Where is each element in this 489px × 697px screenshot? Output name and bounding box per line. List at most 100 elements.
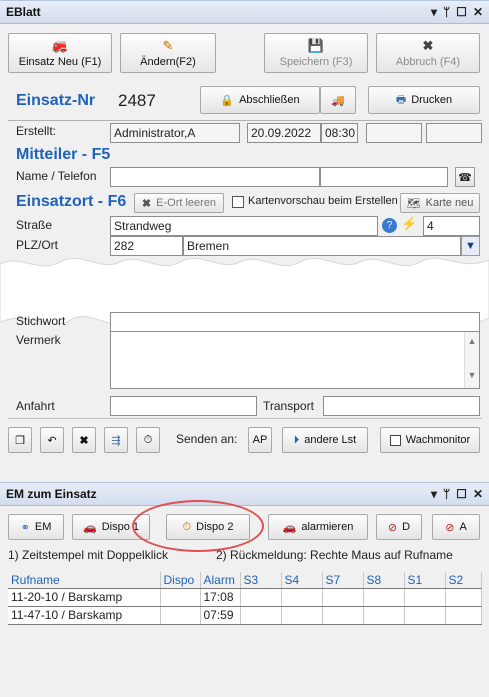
erstellt-time-field: 08:30 — [321, 123, 358, 143]
status-cell[interactable] — [404, 606, 446, 625]
plz-ort-label: PLZ/Ort — [16, 238, 59, 252]
column-header[interactable]: Rufname — [8, 572, 161, 589]
status-cell[interactable] — [281, 588, 323, 607]
column-header[interactable]: S4 — [281, 572, 323, 589]
copy-button[interactable]: ❐ — [8, 427, 32, 453]
einsatz-nr-label: Einsatz-Nr — [16, 92, 96, 109]
printer-icon: 🖶 — [395, 93, 407, 106]
speichern-button[interactable]: 💾 Speichern (F3) — [264, 33, 368, 73]
rufname-cell[interactable]: 11-47-10 / Barskamp — [8, 606, 161, 625]
close-icon[interactable]: ✕ — [473, 5, 483, 19]
undo-button[interactable]: ↶ — [40, 427, 64, 453]
status-cell[interactable] — [445, 606, 482, 625]
telefon-field[interactable] — [320, 167, 448, 187]
senden-an-label: Senden an: — [176, 432, 238, 446]
alarmieren-button[interactable]: 🚗 alarmieren — [268, 514, 368, 540]
wachmonitor-button[interactable]: Wachmonitor — [380, 427, 480, 453]
erstellt-user-field: Administrator,A — [110, 123, 240, 143]
column-header[interactable]: S8 — [363, 572, 405, 589]
hausnr-field[interactable]: 4 — [423, 216, 480, 236]
status-cell[interactable] — [363, 588, 405, 607]
pin-icon[interactable]: ᛘ — [443, 487, 450, 501]
mitteiler-heading: Mitteiler - F5 — [16, 146, 111, 163]
kartenvorschau-checkbox[interactable] — [232, 196, 244, 208]
rufname-cell[interactable]: 11-20-10 / Barskamp — [8, 588, 161, 607]
eort-leeren-button[interactable]: ✖ E-Ort leeren — [134, 193, 224, 213]
vermerk-field[interactable] — [110, 331, 480, 389]
column-header[interactable]: S7 — [322, 572, 364, 589]
phone-icon[interactable]: ☎ — [455, 167, 475, 187]
abbruch-button[interactable]: ✖ Abbruch (F4) — [376, 33, 480, 73]
em-button[interactable]: ⚭ EM — [8, 514, 64, 540]
table-row[interactable]: 11-47-10 / Barskamp 07:59 — [8, 606, 482, 625]
divider — [8, 418, 482, 419]
undo-icon: ↶ — [47, 434, 57, 447]
status-cell[interactable] — [281, 606, 323, 625]
car-crossed-d-icon: ⊘ — [387, 521, 398, 534]
aendern-button[interactable]: ✎ Ändern(F2) — [120, 33, 216, 73]
lock-icon: 🔒 — [220, 94, 235, 107]
karte-neu-button[interactable]: 🗺 Karte neu — [400, 193, 480, 213]
status-cell[interactable] — [240, 606, 282, 625]
einsatz-neu-button[interactable]: 🚒 Einsatz Neu (F1) — [8, 33, 112, 73]
name-field[interactable] — [110, 167, 320, 187]
hint-rueckmeldung: 2) Rückmeldung: Rechte Maus auf Rufname — [216, 548, 453, 562]
erstellt-label: Erstellt: — [16, 124, 57, 138]
vehicles-button[interactable]: 🚚 — [320, 86, 356, 114]
stichwort-label: Stichwort — [16, 314, 66, 328]
d-button[interactable]: ⊘ D — [376, 514, 422, 540]
status-cell[interactable] — [240, 588, 282, 607]
divider — [8, 120, 482, 121]
chevron-up-icon[interactable]: ▲ — [465, 336, 479, 346]
column-header[interactable]: S3 — [240, 572, 282, 589]
highlight-ring — [132, 500, 264, 552]
dropdown-icon[interactable]: ▾ — [431, 487, 437, 501]
status-cell[interactable] — [363, 606, 405, 625]
status-cell[interactable] — [322, 606, 364, 625]
andere-lst-button[interactable]: ⏵ andere Lst — [282, 427, 368, 453]
maximize-icon[interactable]: ☐ — [456, 5, 467, 19]
transport-label: Transport — [263, 399, 314, 413]
checkbox-icon — [389, 434, 401, 446]
stopwatch-icon: ⏱ — [143, 433, 153, 446]
column-header[interactable]: S1 — [404, 572, 446, 589]
dispo-cell[interactable] — [160, 588, 201, 607]
vermerk-scrollbar[interactable]: ▲ ▼ — [464, 332, 479, 388]
a-button[interactable]: ⊘ A — [432, 514, 480, 540]
status-cell[interactable] — [445, 588, 482, 607]
status-cell[interactable] — [404, 588, 446, 607]
alarm-cell[interactable]: 07:59 — [200, 606, 241, 625]
help-icon[interactable]: ? — [382, 218, 397, 233]
stichwort-field[interactable] — [110, 312, 480, 332]
transport-field[interactable] — [323, 396, 480, 416]
drucken-button[interactable]: 🖶 Drucken — [368, 86, 480, 114]
column-header[interactable]: Alarm — [200, 572, 241, 589]
dropdown-icon[interactable]: ▾ — [431, 5, 437, 19]
column-header[interactable]: Dispo — [160, 572, 201, 589]
pin-icon[interactable]: ᛘ — [443, 5, 450, 19]
name-telefon-label: Name / Telefon — [16, 169, 97, 183]
abschliessen-button[interactable]: 🔒 Abschließen — [200, 86, 320, 114]
table-row[interactable]: 11-20-10 / Barskamp 17:08 — [8, 588, 482, 607]
filter-icon[interactable]: ⚡ — [401, 216, 421, 236]
forward-icon: ⏵ — [293, 433, 300, 446]
ap-button[interactable]: AP — [248, 427, 272, 453]
timer-button[interactable]: ⏱ — [136, 427, 160, 453]
anfahrt-field[interactable] — [110, 396, 257, 416]
strasse-field[interactable]: Strandweg — [110, 216, 378, 236]
dispo-cell[interactable] — [160, 606, 201, 625]
split-button[interactable]: ⇶ — [104, 427, 128, 453]
maximize-icon[interactable]: ☐ — [456, 487, 467, 501]
panel-title: EM zum Einsatz — [6, 487, 97, 501]
hint-doppelklick: 1) Zeitstempel mit Doppelklick — [8, 548, 169, 562]
alarm-cell[interactable]: 17:08 — [200, 588, 241, 607]
chevron-down-icon[interactable]: ▼ — [465, 370, 479, 380]
split-icon: ⇶ — [111, 434, 121, 447]
vehicles-icon: 🚚 — [331, 94, 345, 107]
close-icon[interactable]: ✕ — [473, 487, 483, 501]
column-header[interactable]: S2 — [445, 572, 482, 589]
eblatt-titlebar: EBlatt ▾ ᛘ ☐ ✕ — [0, 0, 489, 24]
car-crossed-a-icon: ⊘ — [445, 521, 455, 534]
delete-button[interactable]: ✖ — [72, 427, 96, 453]
status-cell[interactable] — [322, 588, 364, 607]
